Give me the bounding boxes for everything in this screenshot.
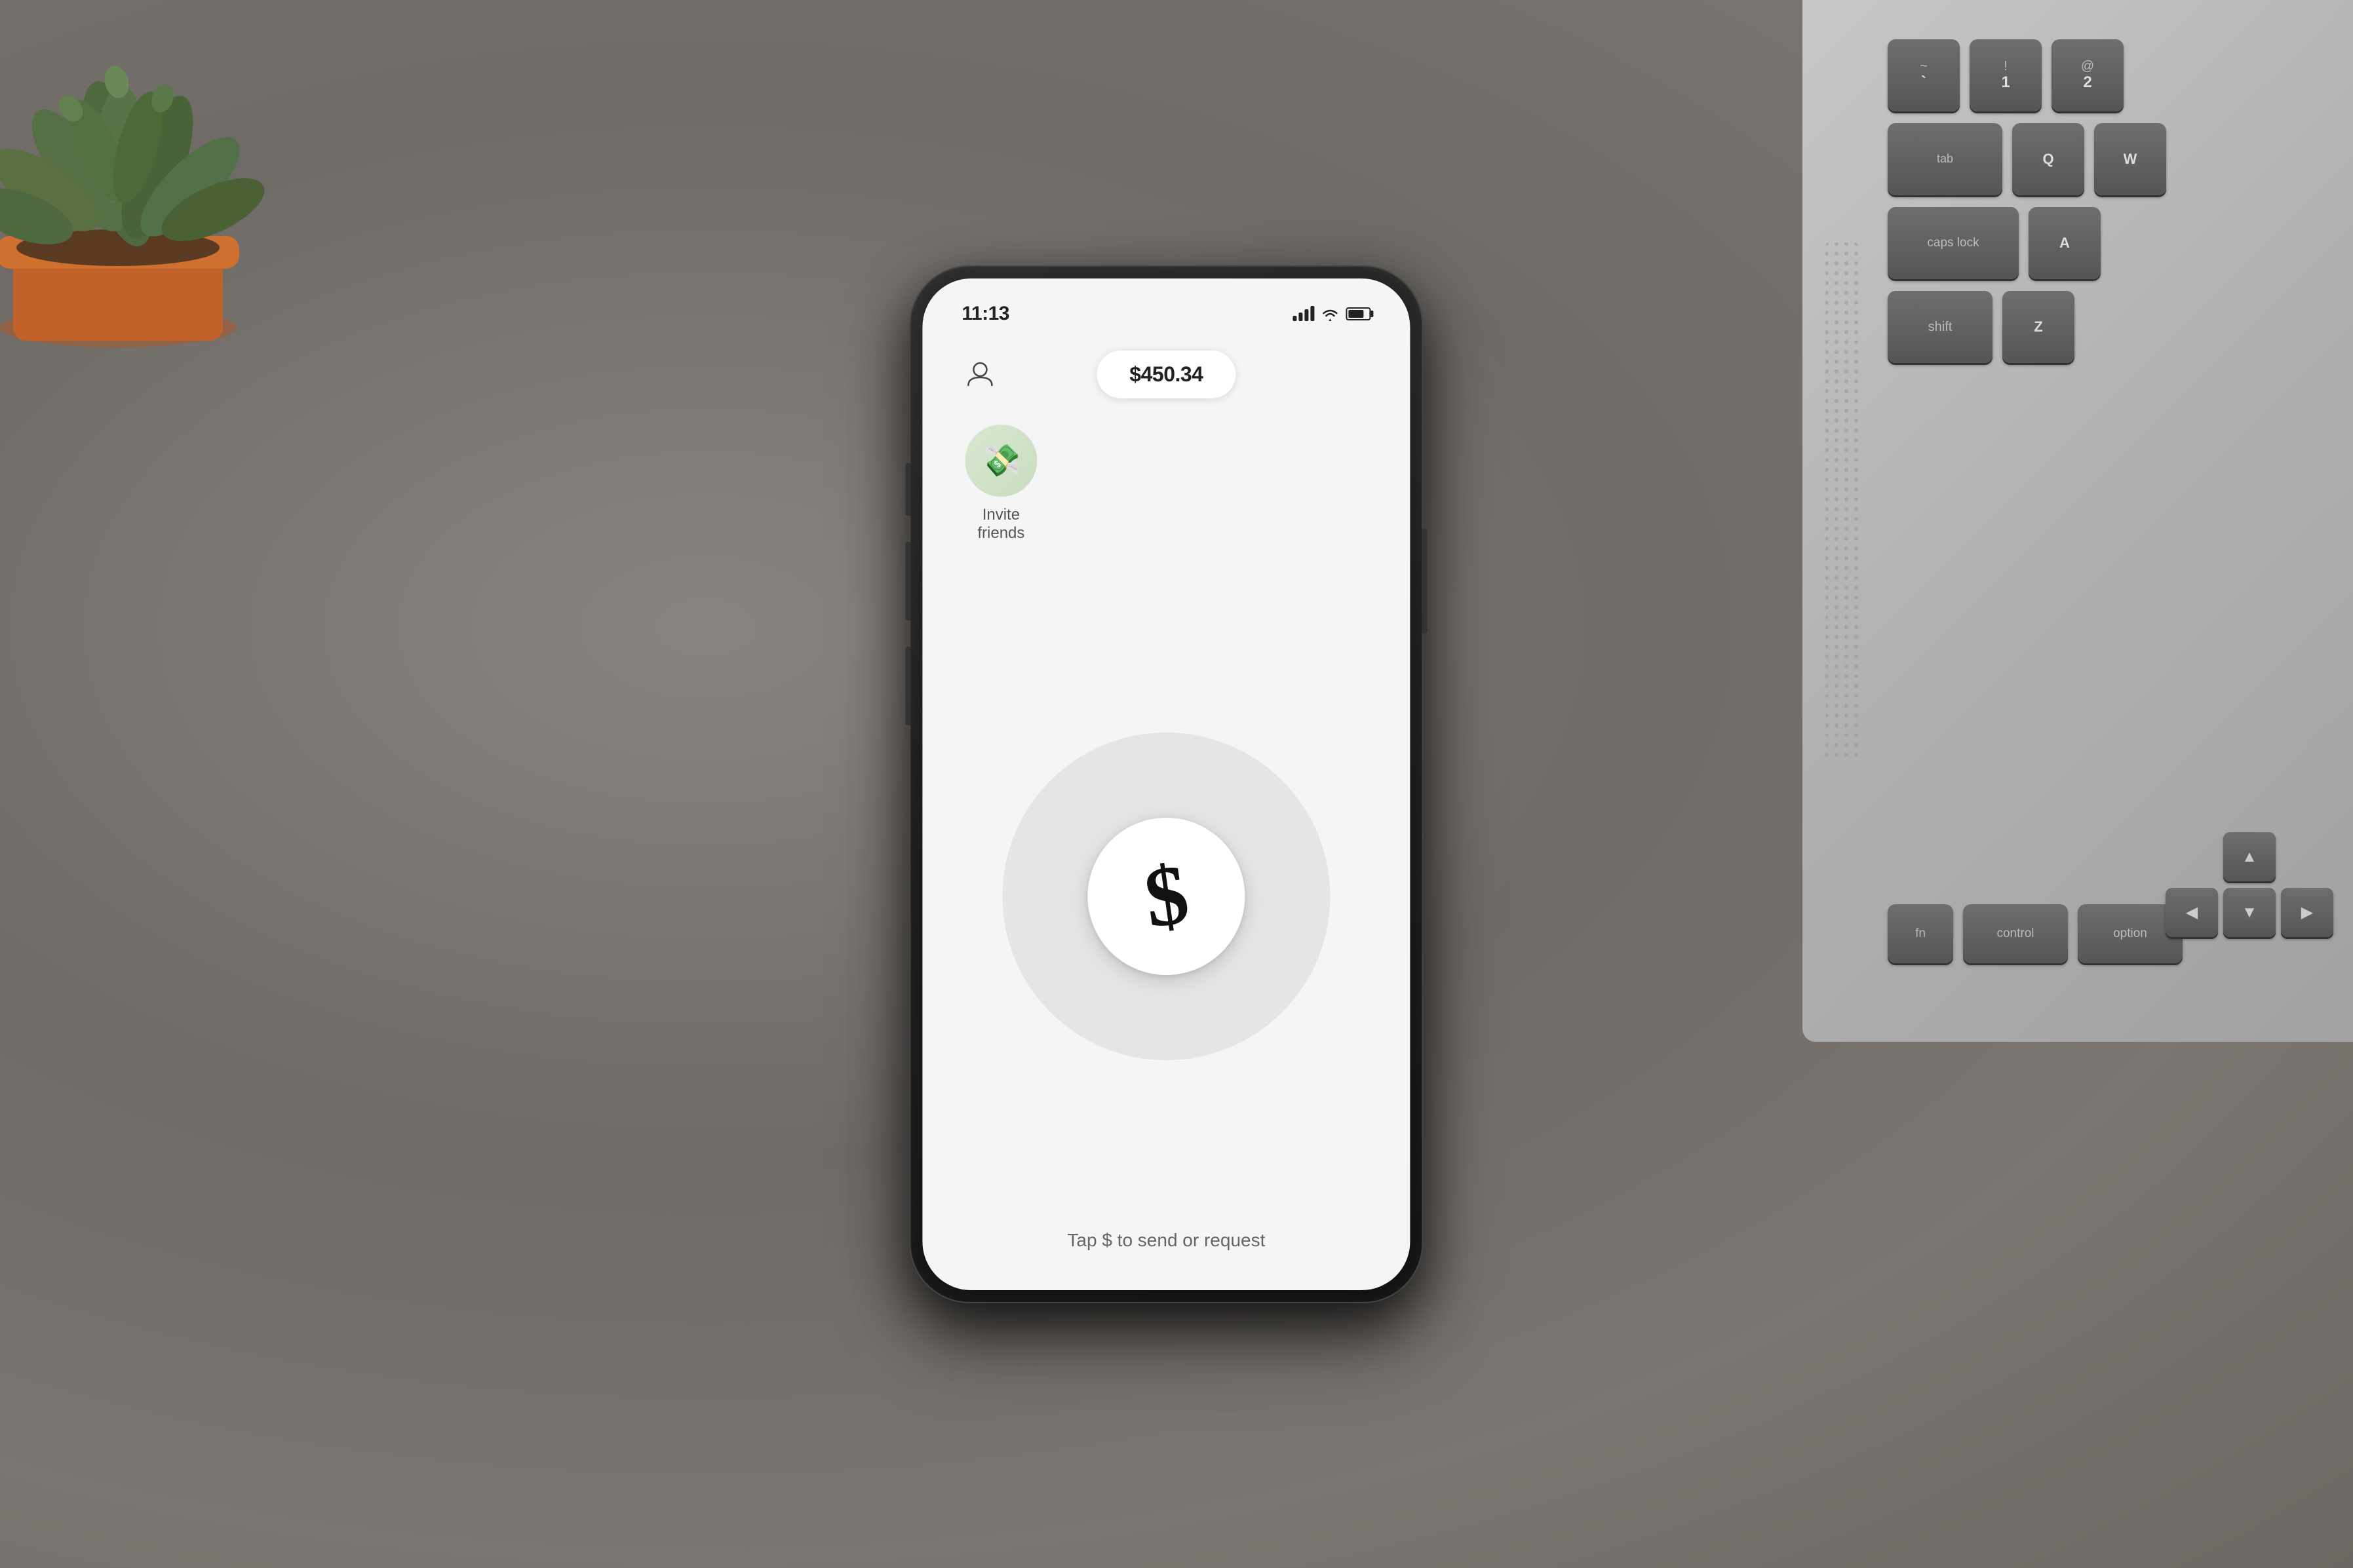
smartphone: 11:13: [910, 267, 1422, 1302]
key-arrow-right[interactable]: ▶: [2281, 888, 2333, 937]
key-z[interactable]: Z: [2002, 291, 2074, 363]
key-2[interactable]: @ 2: [2052, 39, 2124, 111]
instruction-text: Tap $ to send or request: [922, 1210, 1410, 1290]
key-q[interactable]: Q: [2012, 123, 2084, 195]
contacts-row: 💸 Invite friends: [922, 411, 1410, 557]
key-shift[interactable]: shift: [1888, 291, 1993, 363]
key-arrow-up[interactable]: ▲: [2223, 832, 2276, 881]
key-arrow-left[interactable]: ◀: [2166, 888, 2218, 937]
outer-circle: $: [1002, 733, 1330, 1060]
app-header: $450.34: [922, 331, 1410, 411]
succulent-plant: [0, 0, 347, 360]
key-w[interactable]: W: [2094, 123, 2166, 195]
status-icons: [1293, 306, 1371, 321]
key-control[interactable]: control: [1963, 904, 2068, 963]
key-capslock[interactable]: caps lock: [1888, 207, 2019, 279]
key-tab[interactable]: tab: [1888, 123, 2002, 195]
balance-display: $450.34: [1097, 351, 1235, 398]
key-tilde[interactable]: ~ `: [1888, 39, 1960, 111]
dollar-button[interactable]: $: [1087, 818, 1245, 975]
wifi-icon: [1321, 307, 1339, 321]
laptop: ~ ` ! 1 @ 2: [1704, 0, 2353, 1042]
invite-friends-item[interactable]: 💸 Invite friends: [962, 425, 1040, 544]
battery-icon: [1346, 307, 1371, 320]
profile-button[interactable]: [962, 356, 998, 392]
key-arrow-down[interactable]: ▼: [2223, 888, 2276, 937]
signal-icon: [1293, 306, 1314, 321]
status-bar: 11:13: [922, 278, 1410, 331]
key-fn[interactable]: fn: [1888, 904, 1953, 963]
phone-screen: 11:13: [922, 278, 1410, 1290]
invite-friends-label: Invite friends: [962, 506, 1040, 544]
key-1[interactable]: ! 1: [1970, 39, 2042, 111]
status-time: 11:13: [962, 303, 1009, 325]
main-action-area: $: [922, 583, 1410, 1210]
key-a[interactable]: A: [2029, 207, 2101, 279]
dollar-symbol: $: [1139, 851, 1193, 942]
invite-friends-avatar: 💸: [965, 425, 1037, 497]
